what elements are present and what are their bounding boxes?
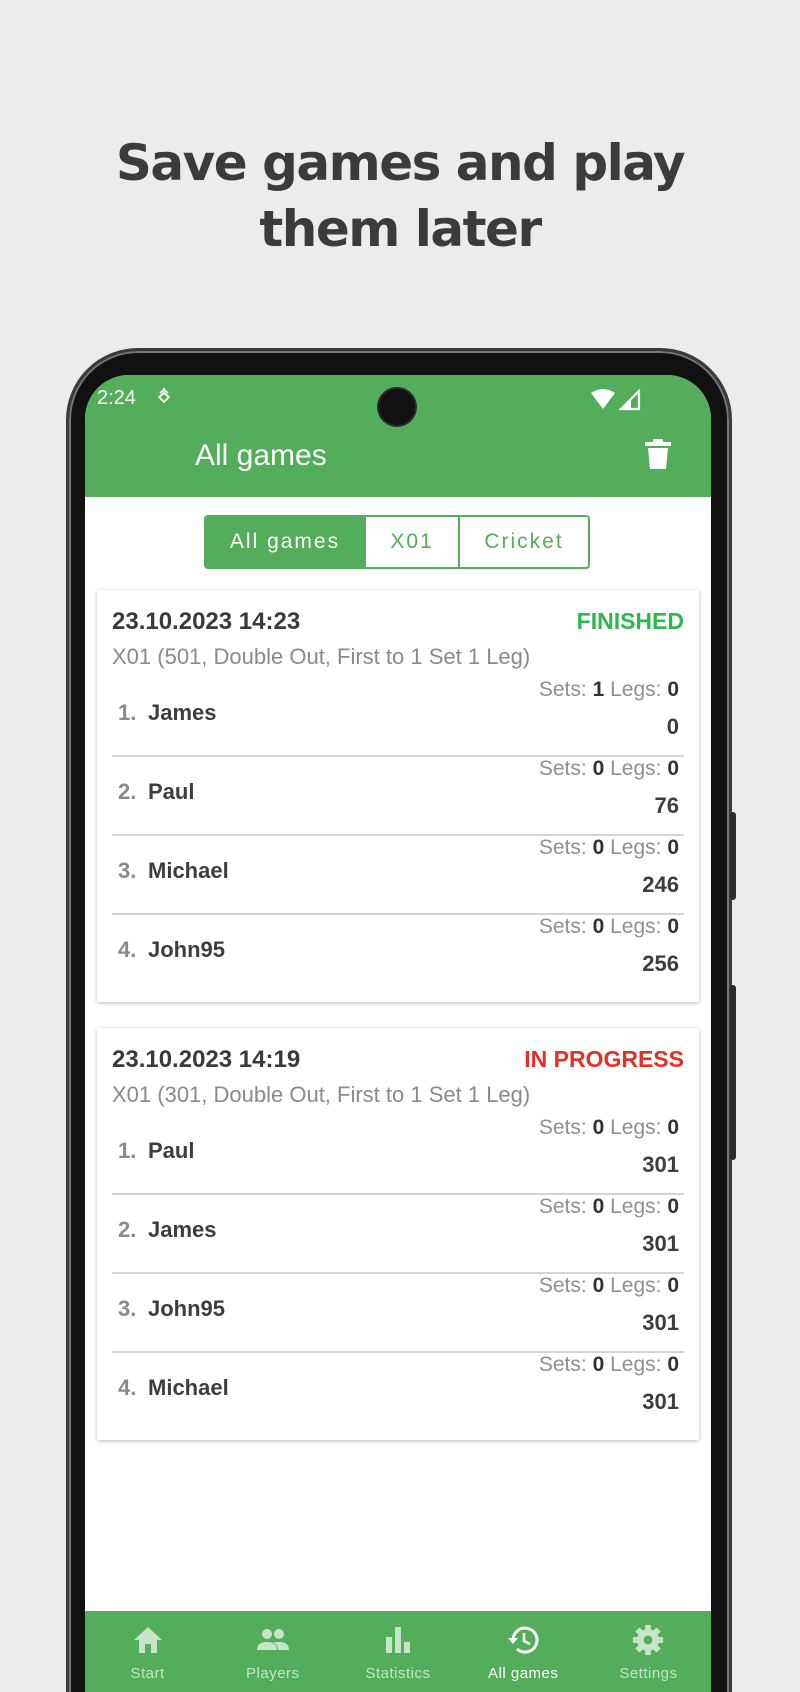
player-row: 1. Paul Sets: 0 Legs: 0 301 [112, 1116, 684, 1195]
player-sets-legs: Sets: 0 Legs: 0 [538, 1274, 679, 1297]
player-row: 4. Michael Sets: 0 Legs: 0 301 [112, 1353, 684, 1432]
player-name: Michael [148, 1375, 229, 1400]
player-row: 4. John95 Sets: 0 Legs: 0 256 [112, 915, 684, 994]
status-time: 2:24 [97, 387, 136, 409]
player-score: 301 [642, 1152, 679, 1177]
tab-all-games[interactable]: All games [206, 517, 366, 567]
game-date: 23.10.2023 14:23 [112, 608, 301, 635]
nav-item-start[interactable]: Start [85, 1611, 210, 1692]
player-name: Paul [148, 779, 195, 804]
player-sets-legs: Sets: 0 Legs: 0 [538, 915, 679, 938]
player-row: 2. Paul Sets: 0 Legs: 0 76 [112, 757, 684, 836]
front-camera [379, 389, 415, 425]
player-name: John95 [148, 937, 226, 962]
game-date: 23.10.2023 14:19 [112, 1046, 301, 1073]
app-bar: 2:24 All games [85, 375, 711, 497]
player-rank: 4. [118, 937, 137, 962]
player-sets-legs: Sets: 0 Legs: 0 [538, 836, 679, 859]
game-status-badge: FINISHED [576, 608, 684, 634]
promo-headline: Save games and play them later [115, 134, 686, 258]
nav-item-settings[interactable]: Settings [586, 1611, 711, 1692]
app-screen: 2:24 All games All games X01 Cricket 23.… [85, 375, 711, 1692]
nav-label: Start [130, 1665, 165, 1682]
nav-item-all-games[interactable]: All games [461, 1611, 586, 1692]
player-rank: 3. [118, 1296, 137, 1321]
bar-chart-icon [386, 1627, 410, 1653]
game-status-badge: IN PROGRESS [524, 1046, 684, 1072]
player-score: 0 [666, 714, 679, 739]
player-row: 3. John95 Sets: 0 Legs: 0 301 [112, 1274, 684, 1353]
game-description: X01 (301, Double Out, First to 1 Set 1 L… [112, 1082, 531, 1107]
nav-label: All games [488, 1665, 559, 1682]
player-score: 256 [642, 951, 679, 976]
game-card[interactable]: 23.10.2023 14:19 IN PROGRESS X01 (301, D… [97, 1028, 699, 1440]
game-type-filter: All games X01 Cricket [204, 515, 590, 569]
people-icon [256, 1629, 289, 1650]
player-rank: 1. [118, 1138, 137, 1163]
gear-icon [633, 1625, 664, 1655]
phone-power-button [730, 985, 736, 1160]
nav-label: Settings [619, 1665, 678, 1682]
tab-cricket[interactable]: Cricket [460, 517, 588, 567]
game-card[interactable]: 23.10.2023 14:23 FINISHED X01 (501, Doub… [97, 590, 699, 1002]
game-description: X01 (501, Double Out, First to 1 Set 1 L… [112, 644, 531, 669]
player-score: 301 [642, 1389, 679, 1414]
player-score: 301 [642, 1231, 679, 1256]
player-sets-legs: Sets: 0 Legs: 0 [538, 1116, 679, 1139]
player-score: 301 [642, 1310, 679, 1335]
player-name: Michael [148, 858, 229, 883]
player-rank: 2. [118, 779, 137, 804]
player-row: 3. Michael Sets: 0 Legs: 0 246 [112, 836, 684, 915]
player-sets-legs: Sets: 0 Legs: 0 [538, 1195, 679, 1218]
player-rank: 2. [118, 1217, 137, 1242]
nav-item-statistics[interactable]: Statistics [335, 1611, 460, 1692]
signal-wifi-icon [591, 389, 641, 411]
player-score: 76 [654, 793, 679, 818]
player-rank: 1. [118, 700, 137, 725]
history-icon [508, 1626, 539, 1654]
player-sets-legs: Sets: 0 Legs: 0 [538, 757, 679, 780]
player-row: 1. James Sets: 1 Legs: 0 0 [112, 678, 684, 757]
player-list: 1. Paul Sets: 0 Legs: 0 301 2. James Set… [112, 1116, 684, 1432]
phone-volume-button [730, 812, 736, 900]
player-list: 1. James Sets: 1 Legs: 0 0 2. Paul Sets:… [112, 678, 684, 994]
delete-icon[interactable] [645, 439, 671, 469]
player-name: James [148, 1217, 217, 1242]
home-icon [133, 1627, 162, 1653]
player-sets-legs: Sets: 0 Legs: 0 [538, 1353, 679, 1376]
bottom-navigation: Start Players Statistics All games Setti… [85, 1611, 711, 1692]
nav-label: Players [246, 1665, 300, 1682]
notification-icon [157, 388, 171, 404]
player-rank: 3. [118, 858, 137, 883]
nav-item-players[interactable]: Players [210, 1611, 335, 1692]
tab-x01[interactable]: X01 [366, 517, 460, 567]
player-name: John95 [148, 1296, 226, 1321]
player-sets-legs: Sets: 1 Legs: 0 [538, 678, 679, 701]
player-score: 246 [642, 872, 679, 897]
nav-label: Statistics [365, 1665, 431, 1682]
page-title: All games [195, 439, 327, 472]
player-row: 2. James Sets: 0 Legs: 0 301 [112, 1195, 684, 1274]
player-name: Paul [148, 1138, 195, 1163]
player-rank: 4. [118, 1375, 137, 1400]
player-name: James [148, 700, 217, 725]
